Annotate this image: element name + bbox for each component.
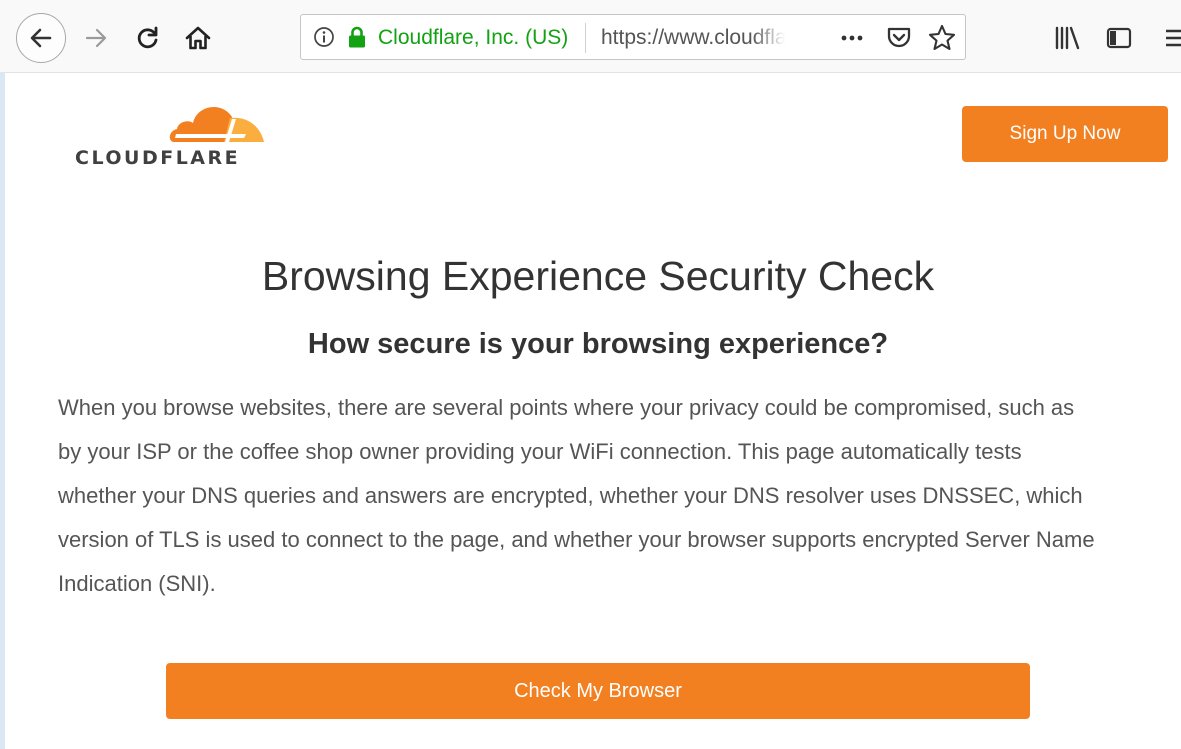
- bookmark-star-icon[interactable]: [927, 23, 957, 53]
- forward-button[interactable]: [80, 22, 112, 54]
- page-actions-icon[interactable]: [837, 23, 867, 53]
- library-icon: [1055, 26, 1080, 50]
- sidebar-button[interactable]: [1103, 22, 1135, 54]
- cloudflare-cloud-icon: [169, 106, 264, 142]
- url-text[interactable]: https://www.cloudflare.com/ssl/encrypted…: [601, 26, 785, 52]
- sign-up-button[interactable]: Sign Up Now: [962, 106, 1168, 162]
- reload-button[interactable]: [132, 22, 164, 54]
- library-button[interactable]: [1050, 22, 1084, 54]
- info-icon[interactable]: [313, 26, 335, 48]
- home-icon: [185, 26, 211, 50]
- back-arrow-icon: [30, 28, 52, 48]
- sidebar-icon: [1106, 27, 1132, 49]
- browser-toolbar: Cloudflare, Inc. (US) https://www.cloudf…: [0, 0, 1181, 73]
- url-bar[interactable]: Cloudflare, Inc. (US) https://www.cloudf…: [300, 14, 966, 60]
- home-button[interactable]: [182, 22, 214, 54]
- check-my-browser-button[interactable]: Check My Browser: [166, 663, 1030, 719]
- page-subtitle: How secure is your browsing experience?: [307, 328, 889, 360]
- url-divider: [585, 23, 586, 53]
- cloudflare-logo[interactable]: CLOUDFLARE: [70, 96, 280, 176]
- description-paragraph: When you browse websites, there are seve…: [58, 395, 1095, 596]
- forward-arrow-icon: [85, 28, 107, 48]
- menu-button[interactable]: [1163, 22, 1181, 54]
- lock-icon[interactable]: [347, 25, 367, 49]
- back-button[interactable]: [16, 13, 66, 63]
- site-identity-label[interactable]: Cloudflare, Inc. (US): [378, 26, 568, 50]
- reload-icon: [137, 26, 158, 49]
- page-left-edge: [0, 72, 5, 749]
- pocket-icon[interactable]: [885, 24, 913, 52]
- cloudflare-wordmark: CLOUDFLARE: [75, 147, 241, 169]
- page-title: Browsing Experience Security Check: [261, 253, 935, 299]
- hamburger-menu-icon: [1166, 29, 1181, 47]
